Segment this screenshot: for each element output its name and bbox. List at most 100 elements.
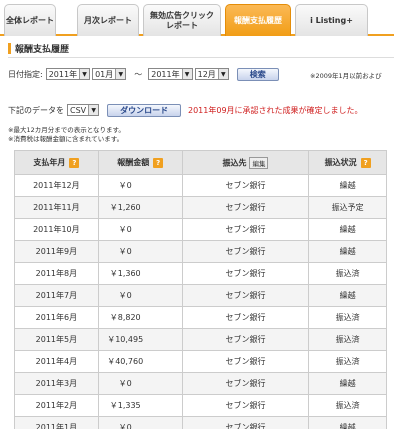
table-row: 2011年2月 ￥1,335 セブン銀行 振込済: [14, 394, 387, 417]
cell-amount: ￥8,820: [97, 306, 183, 329]
header-status: 振込状況?: [308, 150, 387, 175]
chevron-down-icon: ▼: [217, 69, 228, 79]
date-filter-row: 日付指定: 2011年 ▼ 01月 ▼ 〜 2011年 ▼ 12月 ▼ 検索: [8, 67, 279, 81]
chevron-down-icon: ▼: [115, 69, 126, 79]
table-row: 2011年8月 ￥1,360 セブン銀行 振込済: [14, 262, 387, 285]
from-year-select[interactable]: 2011年 ▼: [45, 68, 91, 80]
cell-month: 2011年4月: [14, 350, 99, 373]
cell-month: 2011年7月: [14, 284, 99, 307]
table-header-row: 支払年月? 報酬金額? 振込先 編集 振込状況?: [14, 150, 387, 175]
cell-amount: ￥1,260: [97, 196, 183, 219]
cell-status: 繰越: [308, 372, 387, 395]
tab-i-listing-plus[interactable]: i Listing+: [295, 4, 368, 36]
note-line: ※消費税は報酬金額に含まれています。: [8, 135, 124, 143]
cell-bank: セブン銀行: [181, 240, 310, 263]
chevron-down-icon: ▼: [79, 69, 90, 79]
table-row: 2011年9月 ￥0 セブン銀行 繰越: [14, 240, 387, 263]
cell-bank: セブン銀行: [181, 394, 310, 417]
select-value: 01月: [95, 69, 114, 79]
select-value: CSV: [70, 105, 87, 115]
select-value: 2011年: [151, 69, 180, 79]
cell-amount: ￥0: [97, 240, 183, 263]
tab-label: 報酬支払履歴: [234, 15, 282, 25]
chevron-down-icon: ▼: [88, 105, 99, 115]
note-line: ※最大12カ月分までの表示となります。: [8, 126, 125, 134]
cell-bank: セブン銀行: [181, 372, 310, 395]
table-row: 2011年3月 ￥0 セブン銀行 繰越: [14, 372, 387, 395]
cell-month: 2011年6月: [14, 306, 99, 329]
to-year-select[interactable]: 2011年 ▼: [148, 68, 193, 80]
notes: ※最大12カ月分までの表示となります。 ※消費税は報酬金額に含まれています。: [8, 126, 125, 144]
header-label: 振込先: [222, 158, 247, 167]
tab-invalid-click-report[interactable]: 無効広告クリック レポート: [143, 4, 221, 36]
cell-status: 振込済: [308, 262, 387, 285]
cell-status: 振込予定: [308, 196, 387, 219]
cell-month: 2011年1月: [14, 416, 99, 429]
cell-amount: ￥1,360: [97, 262, 183, 285]
cell-month: 2011年8月: [14, 262, 99, 285]
cell-amount: ￥0: [97, 416, 183, 429]
cell-month: 2011年2月: [14, 394, 99, 417]
report-tab-bar: 全体レポート 月次レポート 無効広告クリック レポート 報酬支払履歴 i Lis…: [0, 0, 394, 36]
header-amount: 報酬金額?: [97, 150, 183, 175]
payment-history-table: 支払年月? 報酬金額? 振込先 編集 振込状況? 2011年12月 ￥0 セブン銀行繰…: [14, 150, 387, 429]
to-month-select[interactable]: 12月 ▼: [194, 68, 229, 80]
header-bank: 振込先 編集: [181, 150, 310, 175]
tab-label: 月次レポート: [84, 15, 132, 25]
tab-overall-report[interactable]: 全体レポート: [4, 4, 56, 36]
table-row: 2011年7月 ￥0 セブン銀行 繰越: [14, 284, 387, 307]
table-row: 2011年11月 ￥1,260 セブン銀行 振込予定: [14, 196, 387, 219]
help-icon[interactable]: ?: [69, 157, 80, 168]
download-row: 下記のデータを CSV ▼ ダウンロード: [8, 103, 182, 117]
cell-bank: セブン銀行: [181, 174, 310, 197]
tab-payment-history[interactable]: 報酬支払履歴: [225, 4, 291, 36]
cell-bank: セブン銀行: [181, 306, 310, 329]
search-button[interactable]: 検索: [236, 67, 279, 81]
confirmation-message: 2011年09月に承認された成果が確定しました。: [188, 106, 363, 115]
cell-status: 繰越: [308, 218, 387, 241]
date-filter-label: 日付指定:: [8, 69, 43, 79]
help-icon[interactable]: ?: [153, 157, 164, 168]
tab-label: 全体レポート: [6, 15, 54, 25]
cell-status: 振込済: [308, 394, 387, 417]
cell-bank: セブン銀行: [181, 350, 310, 373]
table-row: 2011年6月 ￥8,820 セブン銀行 振込済: [14, 306, 387, 329]
cell-bank: セブン銀行: [181, 284, 310, 307]
table-row: 2011年4月 ￥40,760 セブン銀行 振込済: [14, 350, 387, 373]
download-button[interactable]: ダウンロード: [107, 103, 182, 117]
from-month-select[interactable]: 01月 ▼: [92, 68, 127, 80]
cell-bank: セブン銀行: [181, 416, 310, 429]
cell-month: 2011年12月: [14, 174, 99, 197]
select-value: 12月: [197, 69, 216, 79]
cell-amount: ￥40,760: [97, 350, 183, 373]
cell-status: 繰越: [308, 284, 387, 307]
filter-note: ※2009年1月以前および: [310, 72, 382, 80]
cell-status: 振込済: [308, 350, 387, 373]
cell-amount: ￥0: [97, 174, 183, 197]
cell-status: 繰越: [308, 416, 387, 429]
heading-accent-bar: [8, 42, 11, 54]
range-separator: 〜: [134, 69, 143, 79]
header-label: 振込状況: [324, 158, 357, 167]
tab-label: 無効広告クリック レポート: [150, 10, 214, 30]
chevron-down-icon: ▼: [181, 69, 192, 79]
page-title: 報酬支払履歴: [15, 44, 70, 55]
cell-status: 繰越: [308, 174, 387, 197]
header-label: 報酬金額: [117, 158, 150, 167]
table-row: 2011年10月 ￥0 セブン銀行 繰越: [14, 218, 387, 241]
header-month: 支払年月?: [14, 150, 99, 175]
cell-bank: セブン銀行: [181, 218, 310, 241]
tab-monthly-report[interactable]: 月次レポート: [77, 4, 139, 36]
edit-bank-button[interactable]: 編集: [249, 156, 269, 169]
cell-amount: ￥10,495: [97, 328, 183, 351]
section-heading: 報酬支払履歴: [8, 42, 70, 55]
select-value: 2011年: [48, 69, 78, 79]
cell-bank: セブン銀行: [181, 262, 310, 285]
cell-month: 2011年3月: [14, 372, 99, 395]
cell-status: 繰越: [308, 240, 387, 263]
help-icon[interactable]: ?: [360, 157, 371, 168]
tab-label: i Listing+: [310, 15, 353, 25]
table-row: 2011年12月 ￥0 セブン銀行 繰越: [14, 174, 387, 197]
format-select[interactable]: CSV ▼: [67, 104, 100, 116]
cell-amount: ￥0: [97, 218, 183, 241]
